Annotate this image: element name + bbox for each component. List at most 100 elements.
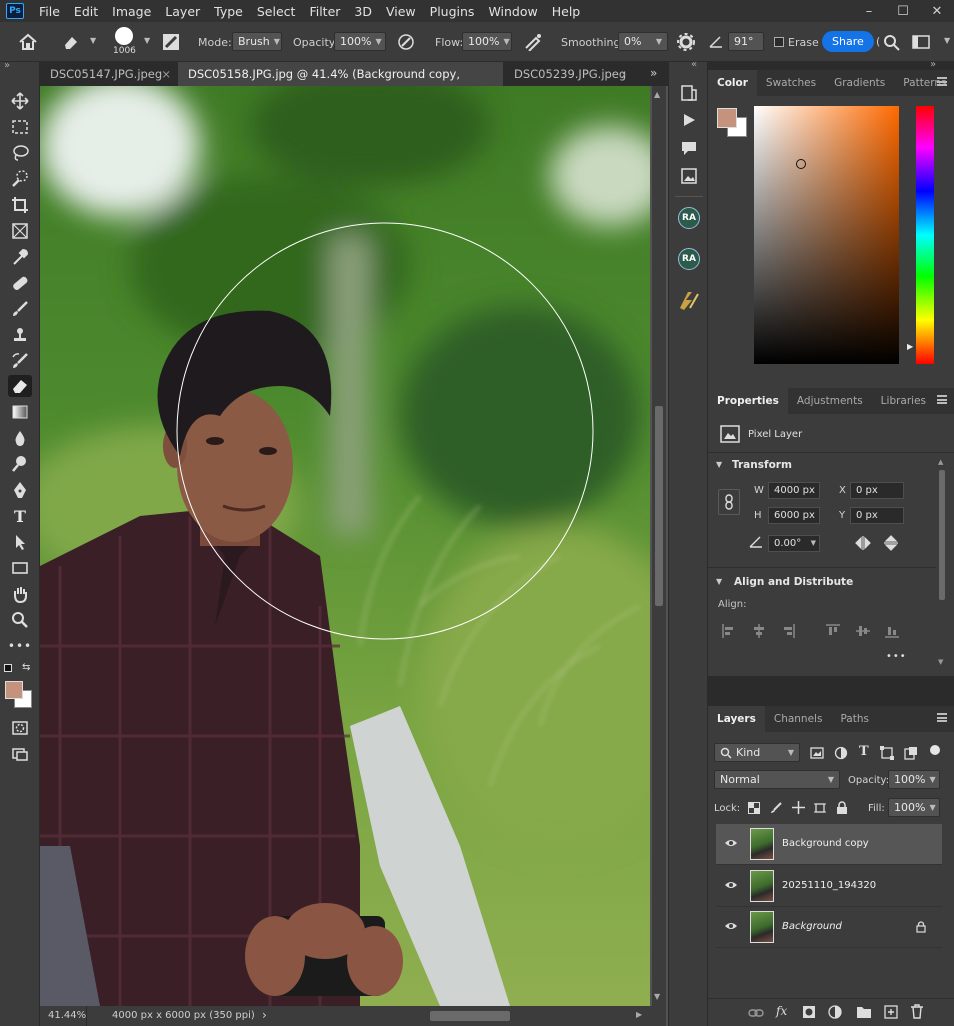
workspace-icon[interactable]	[912, 35, 930, 49]
history-brush-tool-icon[interactable]	[8, 350, 32, 372]
align-collapse-icon[interactable]: ▼	[716, 577, 722, 586]
expand-panels-icon[interactable]: «	[691, 59, 697, 70]
blend-mode-dropdown[interactable]: Normal ▼	[714, 770, 840, 789]
opacity-dropdown[interactable]: 100% ▼	[334, 32, 386, 51]
actions-play-icon[interactable]	[681, 112, 697, 128]
tab-color[interactable]: Color	[708, 70, 757, 96]
add-mask-icon[interactable]	[802, 1005, 816, 1019]
filter-smart-object-icon[interactable]	[904, 746, 918, 760]
align-bottom-icon[interactable]	[885, 624, 899, 638]
airbrush-icon[interactable]	[523, 33, 543, 51]
tab-dsc05239[interactable]: DSC05239.JPG.jpeg ›	[504, 62, 632, 86]
screen-mode-icon[interactable]	[8, 743, 32, 765]
more-options-icon[interactable]: •••	[886, 651, 907, 662]
new-layer-icon[interactable]	[884, 1005, 898, 1019]
tab-adjustments[interactable]: Adjustments	[788, 388, 872, 414]
scrollbar-thumb[interactable]	[655, 406, 663, 606]
type-tool-icon[interactable]: T	[8, 505, 32, 527]
lock-image-pixels-icon[interactable]	[770, 802, 782, 814]
lock-transparent-pixels-icon[interactable]	[748, 802, 760, 814]
maximize-icon[interactable]: ☐	[886, 4, 920, 19]
tab-gradients[interactable]: Gradients	[825, 70, 894, 96]
mode-dropdown[interactable]: Brush ▼	[232, 32, 282, 51]
menu-edit[interactable]: Edit	[67, 4, 105, 19]
scroll-down-icon[interactable]: ▼	[938, 658, 943, 666]
brush-picker-chevron-down-icon[interactable]: ▼	[140, 36, 150, 45]
close-icon[interactable]: ✕	[920, 4, 954, 19]
tab-libraries[interactable]: Libraries	[872, 388, 935, 414]
hand-tool-icon[interactable]	[8, 583, 32, 605]
eyedropper-tool-icon[interactable]	[8, 246, 32, 268]
ra-plugin-badge-2[interactable]: RA	[678, 248, 700, 270]
crop-tool-icon[interactable]	[8, 194, 32, 216]
layer-style-fx-icon[interactable]: fx	[776, 1004, 787, 1018]
hue-slider[interactable]	[916, 106, 934, 364]
menu-view[interactable]: View	[379, 4, 423, 19]
lasso-tool-icon[interactable]	[8, 142, 32, 164]
scroll-up-icon[interactable]: ▲	[654, 90, 660, 99]
search-icon[interactable]	[883, 34, 901, 52]
tab-dsc05158[interactable]: DSC05158.JPG.jpg @ 41.4% (Background cop…	[178, 62, 503, 105]
align-right-icon[interactable]	[781, 624, 795, 638]
color-panel-menu-icon[interactable]	[937, 77, 947, 86]
layer-row-background-copy[interactable]: Background copy	[716, 824, 942, 865]
layer-opacity-dropdown[interactable]: 100% ▼	[888, 770, 940, 789]
dodge-tool-icon[interactable]	[8, 453, 32, 475]
swap-colors-icon[interactable]: ⇆	[22, 662, 30, 673]
menu-type[interactable]: Type	[207, 4, 250, 19]
frame-tool-icon[interactable]	[8, 220, 32, 242]
document-canvas[interactable]	[40, 86, 650, 1006]
tab-layers[interactable]: Layers	[708, 706, 765, 732]
visibility-eye-icon[interactable]	[724, 838, 738, 848]
history-panel-icon[interactable]	[680, 84, 698, 102]
eraser-tool-icon[interactable]	[62, 34, 80, 50]
path-selection-tool-icon[interactable]	[8, 531, 32, 553]
width-field[interactable]: 4000 px	[768, 482, 820, 499]
layer-locked-icon[interactable]	[916, 921, 926, 933]
new-group-folder-icon[interactable]	[856, 1005, 872, 1019]
collapse-toolbar-icon[interactable]: »	[4, 60, 10, 71]
rectangle-tool-icon[interactable]	[8, 557, 32, 579]
filter-shape-icon[interactable]	[880, 746, 894, 760]
ra-plugin-badge-1[interactable]: RA	[678, 207, 700, 229]
pen-tool-icon[interactable]	[8, 479, 32, 501]
menu-layer[interactable]: Layer	[158, 4, 207, 19]
color-picker-cursor[interactable]	[796, 159, 806, 169]
horizontal-scrollbar-thumb[interactable]	[430, 1011, 510, 1021]
scroll-up-icon[interactable]: ▲	[938, 458, 943, 466]
brush-preview-icon[interactable]	[115, 27, 133, 45]
filter-toggle-icon[interactable]	[930, 745, 940, 755]
quick-mask-icon[interactable]	[8, 717, 32, 739]
status-menu-arrow[interactable]: ›	[262, 1008, 267, 1022]
visibility-eye-icon[interactable]	[724, 880, 738, 890]
plugin-lightning-icon[interactable]	[678, 290, 700, 310]
close-tab-icon[interactable]: ×	[161, 62, 171, 86]
flow-dropdown[interactable]: 100% ▼	[462, 32, 512, 51]
menu-3d[interactable]: 3D	[347, 4, 379, 19]
hue-slider-handle-icon[interactable]: ▶	[907, 342, 913, 351]
y-field[interactable]: 0 px	[850, 507, 904, 524]
healing-brush-tool-icon[interactable]	[8, 272, 32, 294]
x-field[interactable]: 0 px	[850, 482, 904, 499]
erase-to-history-checkbox[interactable]	[774, 37, 784, 47]
properties-panel-menu-icon[interactable]	[937, 395, 947, 404]
align-left-icon[interactable]	[722, 624, 736, 638]
smoothing-dropdown[interactable]: 0% ▼	[618, 32, 668, 51]
menu-filter[interactable]: Filter	[302, 4, 347, 19]
pressure-opacity-icon[interactable]	[397, 33, 415, 51]
tab-channels[interactable]: Channels	[765, 706, 832, 732]
link-dimensions-button[interactable]	[718, 489, 740, 515]
share-button[interactable]: Share	[822, 31, 874, 52]
home-icon[interactable]	[18, 33, 38, 51]
visibility-eye-icon[interactable]	[724, 921, 738, 931]
align-top-icon[interactable]	[826, 624, 840, 638]
brush-tool-icon[interactable]	[8, 298, 32, 320]
menu-select[interactable]: Select	[250, 4, 303, 19]
minimize-icon[interactable]: –	[852, 4, 886, 19]
canvas-vertical-scrollbar[interactable]: ▲ ▼	[652, 86, 666, 1006]
fill-dropdown[interactable]: 100% ▼	[888, 798, 940, 817]
new-adjustment-layer-icon[interactable]	[828, 1005, 842, 1019]
brush-settings-icon[interactable]	[162, 33, 180, 51]
lock-artboard-icon[interactable]	[814, 802, 826, 814]
tab-paths[interactable]: Paths	[831, 706, 878, 732]
